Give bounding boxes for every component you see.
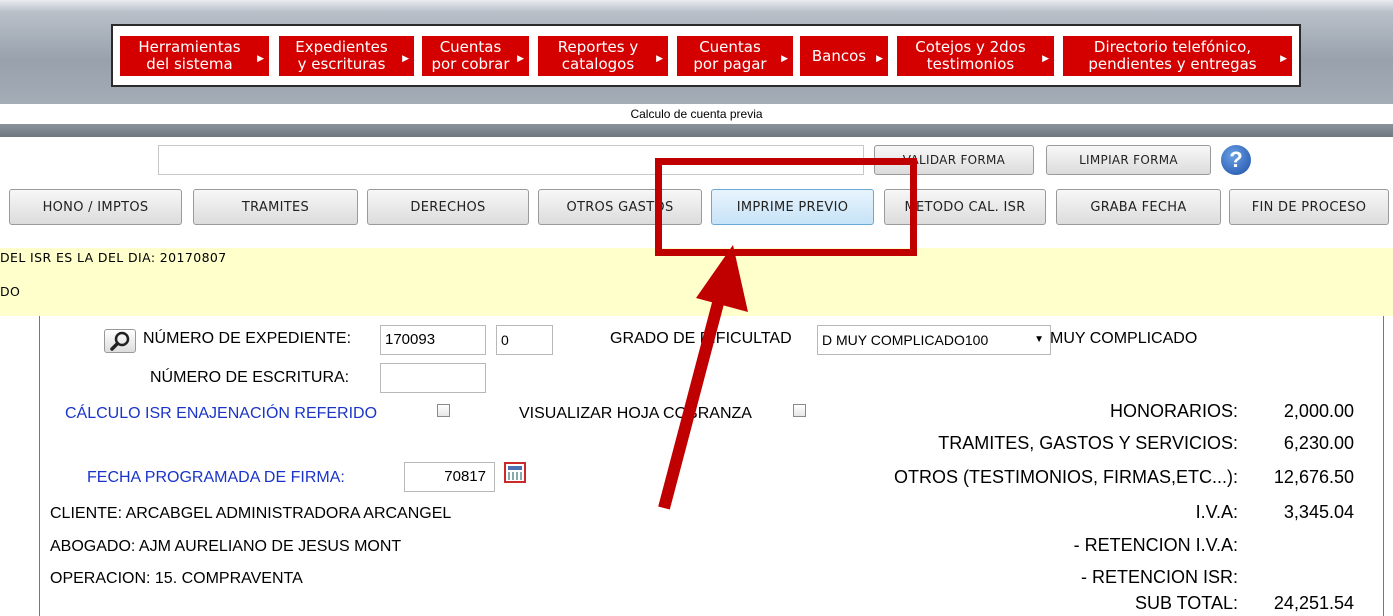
hono-imptos-button[interactable]: HONO / IMPTOS: [9, 189, 182, 225]
chevron-right-icon: ▶: [402, 54, 409, 64]
visualizar-checkbox[interactable]: [793, 404, 806, 417]
chevron-right-icon: ▶: [656, 54, 663, 64]
menu-cuentas-cobrar[interactable]: Cuentas por cobrar ▶: [422, 36, 529, 76]
limpiar-forma-button[interactable]: LIMPIAR FORMA: [1046, 145, 1211, 175]
cliente-text: CLIENTE: ARCABGEL ADMINISTRADORA ARCANGE…: [50, 505, 452, 522]
chevron-right-icon: ▶: [517, 54, 524, 64]
menu-herramientas[interactable]: Herramientas del sistema ▶: [120, 36, 269, 76]
calendar-icon[interactable]: [504, 462, 526, 483]
isr-enajenacion-label: CÁLCULO ISR ENAJENACIÓN REFERIDO: [65, 405, 378, 422]
tramites-label: TRAMITES, GASTOS Y SERVICIOS:: [938, 433, 1238, 453]
isr-enajenacion-checkbox[interactable]: [437, 404, 450, 417]
honorarios-label: HONORARIOS:: [1109, 401, 1238, 421]
fecha-input[interactable]: 70817: [404, 462, 495, 492]
dificultad-select[interactable]: D MUY COMPLICADO100 ▼: [817, 325, 1051, 355]
dropdown-arrow-icon: ▼: [1034, 334, 1044, 345]
escritura-input[interactable]: [380, 363, 486, 393]
chevron-right-icon: ▶: [257, 54, 264, 64]
abogado-text: ABOGADO: AJM AURELIANO DE JESUS MONT: [50, 538, 402, 555]
menu-cotejos[interactable]: Cotejos y 2dos testimonios ▶: [897, 36, 1054, 76]
chevron-right-icon: ▶: [1280, 54, 1287, 64]
message-line: DO: [0, 284, 21, 299]
subtotal-value: 24,251.54: [1273, 593, 1354, 613]
menu-directorio[interactable]: Directorio telefónico, pendientes y entr…: [1063, 36, 1292, 76]
expediente-input[interactable]: 170093: [380, 325, 486, 355]
menu-label: Cuentas por cobrar: [431, 38, 510, 73]
menu-label: Expedientes y escrituras: [295, 38, 388, 73]
iva-label: I.V.A:: [1195, 502, 1238, 522]
subtotal-label: SUB TOTAL:: [1134, 593, 1238, 613]
annotation-arrow-icon: [658, 245, 748, 510]
menu-label: Bancos: [811, 46, 867, 65]
chevron-right-icon: ▶: [1042, 54, 1049, 64]
otros-value: 12,676.50: [1273, 467, 1354, 487]
fecha-label: FECHA PROGRAMADA DE FIRMA:: [87, 469, 345, 486]
menu-expedientes[interactable]: Expedientes y escrituras ▶: [279, 36, 414, 76]
derechos-button[interactable]: DERECHOS: [367, 189, 529, 225]
retencion-iva-label: - RETENCION I.V.A:: [1073, 535, 1238, 555]
divider-bar: [0, 124, 1393, 137]
menu-label: Directorio telefónico, pendientes y entr…: [1088, 38, 1257, 73]
menu-label: Reportes y catalogos: [557, 38, 639, 73]
honorarios-value: 2,000.00: [1283, 401, 1354, 421]
dificultad-selected: D MUY COMPLICADO100: [822, 332, 989, 348]
dificultad-description: MUY COMPLICADO: [1050, 330, 1198, 347]
chevron-right-icon: ▶: [781, 54, 788, 64]
menu-reportes[interactable]: Reportes y catalogos ▶: [538, 36, 668, 76]
escritura-label: NÚMERO DE ESCRITURA:: [150, 369, 350, 386]
iva-value: 3,345.04: [1283, 502, 1354, 522]
operacion-text: OPERACION: 15. COMPRAVENTA: [50, 570, 303, 587]
page-title: Calculo de cuenta previa: [0, 104, 1393, 124]
search-button[interactable]: [104, 329, 136, 353]
expediente-label: NÚMERO DE EXPEDIENTE:: [143, 330, 352, 347]
otros-label: OTROS (TESTIMONIOS, FIRMAS,ETC...):: [893, 467, 1238, 487]
graba-fecha-button[interactable]: GRABA FECHA: [1056, 189, 1221, 225]
expediente-sub-input[interactable]: 0: [496, 325, 553, 355]
message-line: DEL ISR ES LA DEL DIA: 20170807: [0, 250, 227, 265]
menu-label: Cotejos y 2dos testimonios: [915, 38, 1026, 73]
retencion-isr-label: - RETENCION ISR:: [1080, 567, 1238, 587]
menu-label: Herramientas del sistema: [138, 38, 241, 73]
magnifier-icon: [110, 331, 130, 351]
tramites-value: 6,230.00: [1283, 433, 1354, 453]
menu-label: Cuentas por pagar: [693, 38, 767, 73]
menu-cuentas-pagar[interactable]: Cuentas por pagar ▶: [677, 36, 793, 76]
chevron-right-icon: ▶: [876, 54, 883, 64]
tramites-button[interactable]: TRAMITES: [193, 189, 358, 225]
help-icon[interactable]: ?: [1221, 145, 1251, 175]
fin-de-proceso-button[interactable]: FIN DE PROCESO: [1229, 189, 1389, 225]
menu-bancos[interactable]: Bancos ▶: [800, 36, 888, 76]
